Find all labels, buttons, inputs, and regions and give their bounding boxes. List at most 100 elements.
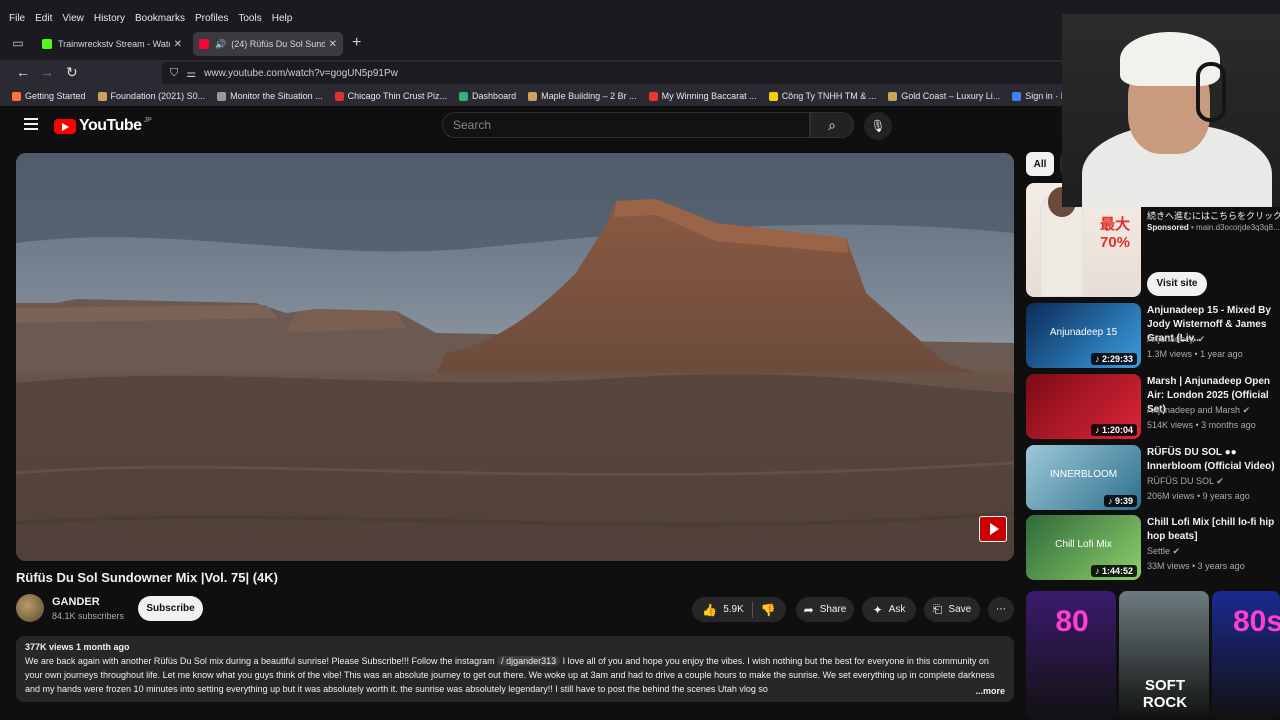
recommended-channel[interactable]: Anjunadeep and Marsh ✔ <box>1147 405 1250 416</box>
video-player[interactable] <box>16 153 1014 561</box>
bookmark-item[interactable]: Công Ty TNHH TM & ... <box>768 91 876 101</box>
bookmark-favicon-icon <box>334 91 344 101</box>
show-more-link[interactable]: ...more <box>971 684 1005 698</box>
menu-bookmarks[interactable]: Bookmarks <box>135 13 185 24</box>
bookmark-item[interactable]: Foundation (2021) S0... <box>97 91 206 101</box>
bookmark-label: Maple Building – 2 Br ... <box>541 91 637 101</box>
bookmark-favicon-icon <box>217 91 227 101</box>
forward-arrow-icon[interactable]: → <box>40 64 54 80</box>
menu-history[interactable]: History <box>94 13 125 24</box>
bookmark-favicon-icon <box>1012 91 1022 101</box>
search-input[interactable]: Search <box>442 112 810 138</box>
close-tab-icon[interactable]: ✕ <box>174 39 182 50</box>
search-icon: ⌕ <box>828 117 836 133</box>
reload-icon[interactable]: ↻ <box>66 64 78 81</box>
bookmark-label: Monitor the Situation ... <box>230 91 323 101</box>
share-arrow-icon: ➦ <box>803 602 814 617</box>
video-thumbnail[interactable]: Anjunadeep 15 ♪ 2:29:33 <box>1026 303 1141 368</box>
recommended-title[interactable]: RÜFÜS DU SOL ●● Innerbloom (Official Vid… <box>1147 446 1280 474</box>
bookmark-icon: ⎗ <box>932 602 943 616</box>
recommended-channel[interactable]: Anjunadeep ✔ <box>1147 334 1205 345</box>
recommended-channel[interactable]: RÜFÜS DU SOL ✔ <box>1147 476 1224 487</box>
ad-domain: main.d3ocorjde3q3q8... <box>1196 223 1280 232</box>
thumbs-up-icon[interactable]: 👍 <box>702 603 717 617</box>
youtube-play-logo-icon <box>54 118 76 134</box>
duration-text: 2:29:33 <box>1101 354 1133 364</box>
channel-name[interactable]: GANDER <box>52 596 100 608</box>
shelf-thumbnail[interactable]: SOFT ROCK <box>1119 591 1209 720</box>
close-tab-icon[interactable]: ✕ <box>329 39 337 50</box>
thumbs-down-icon[interactable]: 👎 <box>761 603 776 617</box>
shelf-thumbnail[interactable]: 80 <box>1026 591 1116 720</box>
tab-trainwreckstv[interactable]: Trainwreckstv Stream - Watch L ✕ <box>36 32 188 56</box>
save-label: Save <box>948 604 972 615</box>
like-count[interactable]: 5.9K <box>723 604 744 615</box>
bookmark-label: Gold Coast – Luxury Li... <box>901 91 1001 101</box>
recommended-video[interactable]: Anjunadeep 15 ♪ 2:29:33 Anjunadeep 15 - Mi… <box>1026 303 1280 369</box>
ad-sponsored-line: Sponsored • main.d3ocorjde3q3q8... <box>1147 223 1280 232</box>
video-thumbnail[interactable]: Chill Lofi Mix ♪ 1:44:52 <box>1026 515 1141 580</box>
bookmark-item[interactable]: Monitor the Situation ... <box>217 91 323 101</box>
channel-avatar[interactable] <box>16 594 44 622</box>
menu-view[interactable]: View <box>62 13 84 24</box>
video-thumbnail[interactable]: INNERBLOOM ♪ 9:39 <box>1026 445 1141 510</box>
bookmark-item[interactable]: Maple Building – 2 Br ... <box>528 91 637 101</box>
menu-tools[interactable]: Tools <box>238 13 261 24</box>
address-bar[interactable]: ⛉ ⚌ www.youtube.com/watch?v=gogUN5p91Pw <box>162 62 1122 84</box>
description-part-1: We are back again with another Rüfüs Du … <box>25 656 495 666</box>
youtube-logo[interactable]: YouTube JP <box>54 117 152 135</box>
shield-icon[interactable]: ⛉ <box>170 67 178 80</box>
video-thumbnail[interactable]: ♪ 1:20:04 <box>1026 374 1141 439</box>
channel-text: Anjunadeep <box>1147 334 1196 344</box>
voice-search-button[interactable]: 🎙 <box>864 112 892 140</box>
more-actions-button[interactable]: ⋯ <box>988 597 1014 622</box>
verified-icon: ✔ <box>1216 476 1224 486</box>
tab-youtube[interactable]: 🔊 (24) Rüfüs Du Sol Sundown ✕ <box>193 32 343 56</box>
chip-all[interactable]: All <box>1026 152 1054 176</box>
bookmark-label: Foundation (2021) S0... <box>110 91 206 101</box>
sponsored-label: Sponsored <box>1147 223 1189 232</box>
bookmark-label: Dashboard <box>472 91 517 101</box>
new-tab-plus-icon[interactable]: + <box>352 34 361 52</box>
speaker-icon[interactable]: 🔊 <box>215 39 226 50</box>
youtube-watermark-icon[interactable] <box>979 516 1007 542</box>
tab-list-icon[interactable]: ▭ <box>10 36 26 52</box>
visit-site-button[interactable]: Visit site <box>1147 272 1207 296</box>
bookmark-item[interactable]: Getting Started <box>12 91 86 101</box>
recommended-channel[interactable]: Settle ✔ <box>1147 546 1180 557</box>
shelf-thumbnail-text: SOFT ROCK <box>1142 677 1188 711</box>
recommended-video[interactable]: INNERBLOOM ♪ 9:39 RÜFÜS DU SOL ●● Innerblo… <box>1026 445 1280 511</box>
recommended-title[interactable]: Chill Lofi Mix [chill lo-fi hip hop beat… <box>1147 516 1280 544</box>
menu-file[interactable]: File <box>9 13 25 24</box>
menu-edit[interactable]: Edit <box>35 13 52 24</box>
bookmark-item[interactable]: Dashboard <box>459 91 516 101</box>
duration-text: 1:44:52 <box>1101 566 1133 576</box>
bookmark-item[interactable]: Gold Coast – Luxury Li... <box>888 91 1000 101</box>
search-button[interactable]: ⌕ <box>810 112 854 138</box>
menu-help[interactable]: Help <box>272 13 293 24</box>
back-arrow-icon[interactable]: ← <box>16 64 30 80</box>
share-button[interactable]: ➦ Share <box>796 597 854 622</box>
verified-icon: ✔ <box>1242 405 1251 415</box>
menu-profiles[interactable]: Profiles <box>195 13 228 24</box>
video-title: Rüfüs Du Sol Sundowner Mix |Vol. 75| (4K… <box>16 570 278 585</box>
duration-text: 1:20:04 <box>1101 425 1133 435</box>
permissions-icon[interactable]: ⚌ <box>186 67 196 80</box>
share-label: Share <box>819 604 847 615</box>
menu-hamburger-icon[interactable] <box>24 118 38 130</box>
sparkle-icon: ✦ <box>872 602 883 617</box>
save-button[interactable]: ⎗ Save <box>924 597 980 622</box>
subscribe-button[interactable]: Subscribe <box>138 596 203 621</box>
bookmark-item[interactable]: My Winning Baccarat ... <box>648 91 757 101</box>
recommended-video[interactable]: ♪ 1:20:04 Marsh | Anjunadeep Open Air: Lo… <box>1026 374 1280 440</box>
description-box[interactable]: 377K views 1 month ago We are back again… <box>16 636 1014 702</box>
bookmark-item[interactable]: Chicago Thin Crust Piz... <box>334 91 447 101</box>
bookmark-favicon-icon <box>12 91 21 101</box>
instagram-mention[interactable]: / djgander313 <box>497 656 561 666</box>
like-dislike-group: 👍 5.9K 👎 <box>692 597 786 622</box>
ask-button[interactable]: ✦ Ask <box>862 597 916 622</box>
bookmark-favicon-icon <box>459 91 469 101</box>
shelf-thumbnail[interactable]: 80s <box>1212 591 1280 720</box>
recommended-video[interactable]: Chill Lofi Mix ♪ 1:44:52 Chill Lofi Mix [c… <box>1026 515 1280 581</box>
recommended-meta: 206M views • 9 years ago <box>1147 491 1250 501</box>
